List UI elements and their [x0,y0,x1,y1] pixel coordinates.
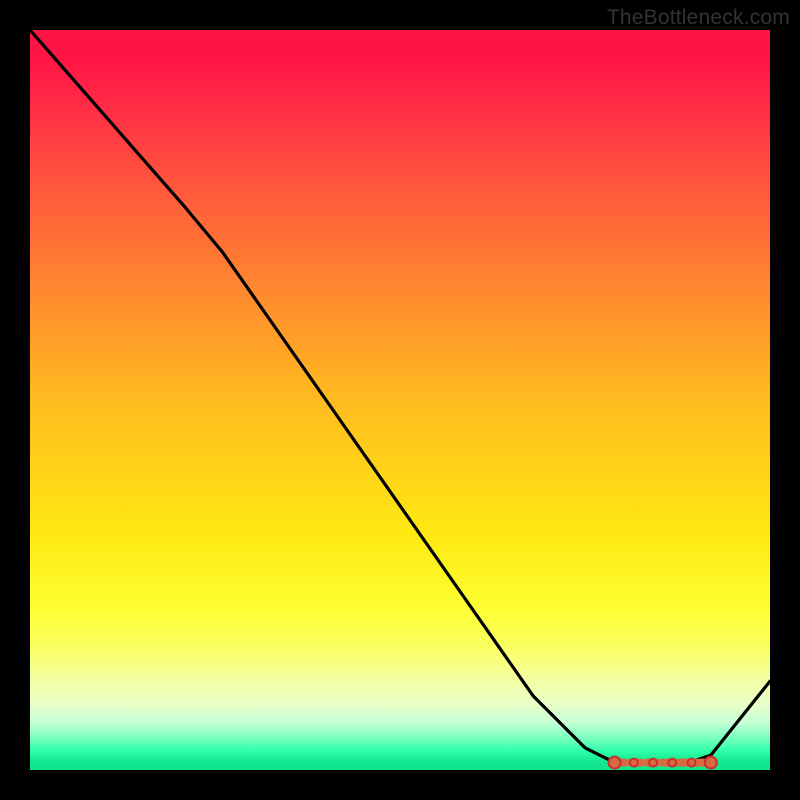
chart-root: TheBottleneck.com [0,0,800,800]
bottleneck-curve [30,30,770,763]
chart-overlay-svg [30,30,770,770]
watermark-text: TheBottleneck.com [607,6,790,30]
